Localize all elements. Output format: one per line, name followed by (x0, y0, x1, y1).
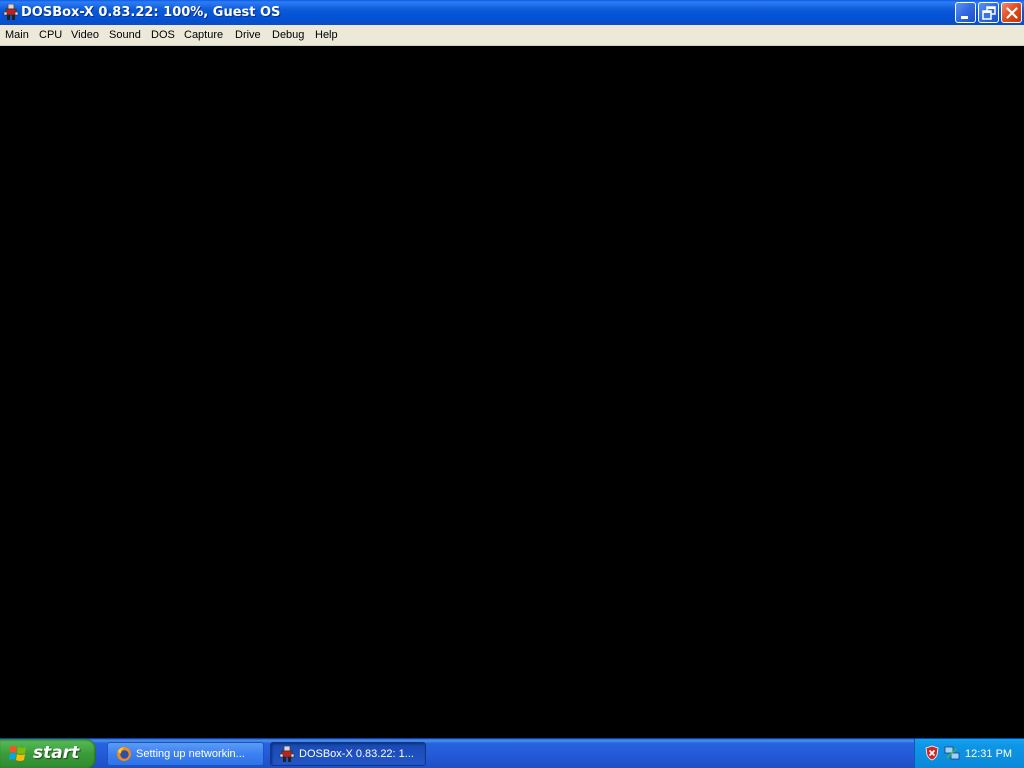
window-title-bar[interactable]: DOSBox-X 0.83.22: 100%, Guest OS (0, 0, 1024, 26)
start-label: start (33, 743, 80, 763)
menu-drive[interactable]: Drive (235, 28, 261, 43)
minimize-button[interactable] (955, 2, 976, 23)
menu-cpu[interactable]: CPU (39, 28, 62, 43)
menu-bar: Main CPU Video Sound DOS Capture Drive D… (0, 25, 1024, 46)
menu-main[interactable]: Main (5, 28, 29, 43)
taskbar-item-firefox[interactable]: Setting up networkin... (107, 742, 264, 766)
start-button[interactable]: start (0, 739, 96, 768)
security-shield-icon[interactable] (924, 745, 940, 761)
windows-flag-icon (9, 746, 26, 761)
desktop-screen: DOSBox-X 0.83.22: 100%, Guest OS Main CP… (0, 0, 1024, 768)
minimize-icon (961, 16, 968, 19)
menu-capture[interactable]: Capture (184, 28, 223, 43)
firefox-icon (117, 747, 131, 761)
taskbar: start Setting up networkin... DOSBox-X 0… (0, 738, 1024, 768)
network-icon[interactable] (944, 745, 960, 761)
dosbox-icon[interactable] (3, 4, 19, 20)
menu-help[interactable]: Help (315, 28, 338, 43)
menu-debug[interactable]: Debug (272, 28, 304, 43)
dos-display-area[interactable] (0, 46, 1024, 738)
taskbar-item-label: Setting up networkin... (136, 748, 245, 760)
menu-dos[interactable]: DOS (151, 28, 175, 43)
restore-button[interactable] (978, 2, 999, 23)
menu-video[interactable]: Video (71, 28, 99, 43)
system-tray: 12:31 PM (914, 739, 1024, 768)
taskbar-item-label: DOSBox-X 0.83.22: 1... (299, 748, 414, 760)
clock[interactable]: 12:31 PM (965, 747, 1012, 761)
close-icon (1006, 7, 1018, 19)
restore-icon (982, 6, 996, 20)
window-title: DOSBox-X 0.83.22: 100%, Guest OS (21, 5, 281, 20)
dosbox-icon (279, 746, 295, 762)
taskbar-item-dosbox[interactable]: DOSBox-X 0.83.22: 1... (270, 742, 426, 766)
close-button[interactable] (1001, 2, 1022, 23)
menu-sound[interactable]: Sound (109, 28, 141, 43)
